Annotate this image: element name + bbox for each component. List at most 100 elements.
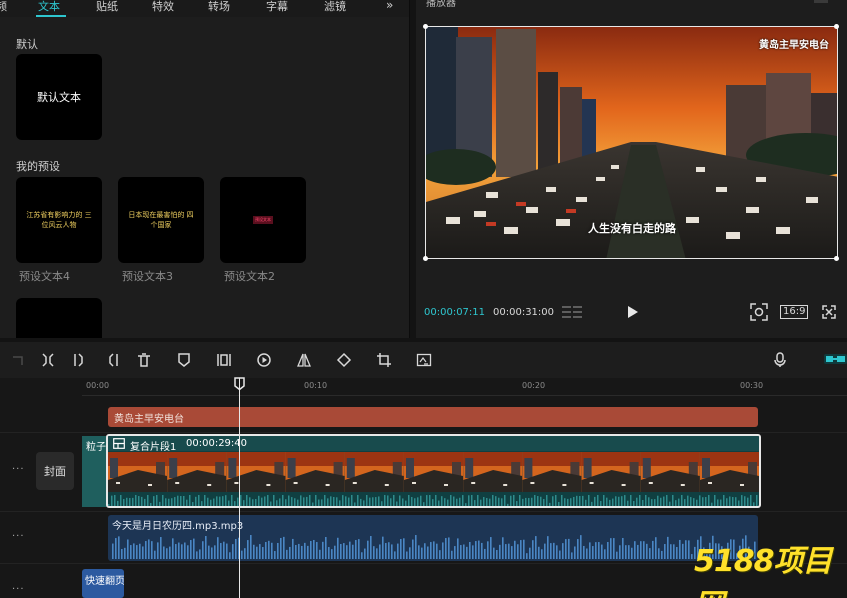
preset-card-2[interactable]: 预设文本 — [220, 177, 306, 263]
waveform-bar — [726, 498, 728, 506]
waveform-bar — [633, 500, 635, 506]
preset-card-1[interactable] — [16, 298, 102, 338]
compound-video-clip[interactable]: 复合片段1 00:00:29:40 — [106, 434, 761, 508]
tab-effects[interactable]: 特效 — [152, 0, 174, 14]
playhead-line[interactable] — [239, 378, 240, 598]
playhead-handle-icon[interactable] — [234, 377, 245, 390]
audio-waveform-bar — [466, 546, 468, 559]
audio-waveform-bar — [619, 545, 621, 559]
waveform-bar — [474, 500, 476, 506]
track-more-menu[interactable]: ··· — [12, 531, 25, 542]
waveform-bar — [396, 501, 398, 506]
audio-waveform-bar — [595, 542, 597, 559]
split-left-icon[interactable] — [72, 352, 88, 368]
waveform-bar — [120, 495, 122, 506]
waveform-bar — [501, 498, 503, 506]
tab-filters[interactable]: 滤镜 — [324, 0, 346, 14]
audio-waveform-bar — [412, 539, 414, 559]
audio-waveform — [112, 535, 756, 559]
audio-waveform-bar — [484, 548, 486, 559]
audio-extract-icon[interactable] — [416, 352, 432, 368]
track-divider — [0, 432, 847, 433]
waveform-bar — [294, 498, 296, 506]
resize-handle-tr[interactable] — [834, 24, 839, 29]
cover-button[interactable]: 封面 — [36, 452, 74, 490]
video-audio-waveform — [108, 495, 758, 506]
waveform-bar — [288, 495, 290, 506]
crop-icon[interactable] — [376, 352, 392, 368]
audio-waveform-bar — [508, 543, 510, 559]
video-preview[interactable]: 黄岛主早安电台 人生没有白走的路 — [425, 26, 838, 259]
total-time: 00:00:31:00 — [493, 307, 555, 318]
waveform-bar — [432, 499, 434, 506]
audio-waveform-bar — [322, 541, 324, 559]
resize-handle-br[interactable] — [834, 256, 839, 261]
resize-handle-bl[interactable] — [423, 256, 428, 261]
default-section-title: 默认 — [16, 38, 38, 51]
rotate-icon[interactable] — [336, 352, 352, 368]
waveform-bar — [741, 495, 743, 506]
waveform-bar — [312, 502, 314, 506]
audio-waveform-bar — [307, 545, 309, 559]
waveform-bar — [156, 495, 158, 506]
waveform-bar — [123, 498, 125, 506]
video-thumbnail — [285, 452, 345, 492]
tab-video[interactable]: 频 — [0, 0, 7, 14]
player-menu-icon[interactable] — [814, 0, 828, 3]
preset-card-3-text: 日本现在最害怕的 四个国家 — [128, 211, 194, 229]
audio-waveform-bar — [202, 541, 204, 559]
fullscreen-icon[interactable] — [822, 305, 836, 319]
split-right-icon[interactable] — [104, 352, 120, 368]
waveform-bar — [297, 499, 299, 506]
video-thumbnail — [404, 452, 463, 492]
track-link-toggle-icon[interactable] — [824, 353, 847, 365]
audio-waveform-bar — [301, 545, 303, 559]
fit-screen-icon[interactable] — [750, 303, 768, 321]
page-flip-clip[interactable]: 快速翻页 — [82, 569, 124, 598]
delete-icon[interactable] — [136, 352, 152, 368]
time-ruler[interactable]: 00:00 00:10 00:20 00:30 — [82, 378, 847, 396]
microphone-icon[interactable] — [772, 352, 788, 368]
waveform-bar — [732, 497, 734, 506]
watermark-text: 5188项目网 — [694, 544, 833, 598]
waveform-bar — [207, 497, 209, 506]
default-text-card[interactable]: 默认文本 — [16, 54, 102, 140]
freeze-frame-icon[interactable] — [216, 352, 232, 368]
reverse-play-icon[interactable] — [256, 352, 272, 368]
preset-card-4[interactable]: 江苏省有影响力的 三位风云人物 — [16, 177, 102, 263]
play-icon[interactable] — [625, 305, 639, 319]
aspect-ratio-button[interactable]: 16:9 — [780, 305, 809, 319]
undo-icon[interactable] — [9, 352, 25, 368]
audio-waveform-bar — [181, 544, 183, 559]
particle-clip[interactable]: 粒子 — [82, 436, 108, 507]
resize-handle-tl[interactable] — [423, 24, 428, 29]
frames-grid-icon[interactable] — [562, 305, 582, 319]
waveform-bar — [567, 498, 569, 506]
track-more-menu[interactable]: ··· — [12, 464, 25, 475]
waveform-bar — [492, 495, 494, 506]
audio-clip[interactable]: 今天是月日农历四.mp3.mp3 — [108, 515, 758, 561]
waveform-bar — [231, 495, 233, 506]
audio-waveform-bar — [178, 542, 180, 559]
text-clip[interactable]: 黄岛主早安电台 — [108, 407, 758, 427]
audio-waveform-bar — [334, 545, 336, 559]
waveform-bar — [522, 498, 524, 506]
waveform-bar — [384, 495, 386, 506]
track-more-menu[interactable]: ··· — [12, 584, 25, 595]
site-watermark: 5188项目网 — [694, 544, 847, 598]
tab-text[interactable]: 文本 — [38, 0, 60, 14]
waveform-bar — [618, 496, 620, 506]
active-tab-indicator — [36, 15, 66, 17]
tab-subtitles[interactable]: 字幕 — [266, 0, 288, 14]
mirror-icon[interactable] — [296, 352, 312, 368]
tab-transitions[interactable]: 转场 — [208, 0, 230, 14]
marker-icon[interactable] — [176, 352, 192, 368]
split-icon[interactable] — [40, 352, 56, 368]
tick-30: 00:30 — [740, 381, 764, 390]
preset-card-3[interactable]: 日本现在最害怕的 四个国家 — [118, 177, 204, 263]
audio-waveform-bar — [289, 546, 291, 559]
waveform-bar — [183, 495, 185, 506]
more-tabs-icon[interactable]: » — [386, 0, 393, 12]
audio-waveform-bar — [349, 541, 351, 559]
tab-stickers[interactable]: 贴纸 — [96, 0, 118, 14]
